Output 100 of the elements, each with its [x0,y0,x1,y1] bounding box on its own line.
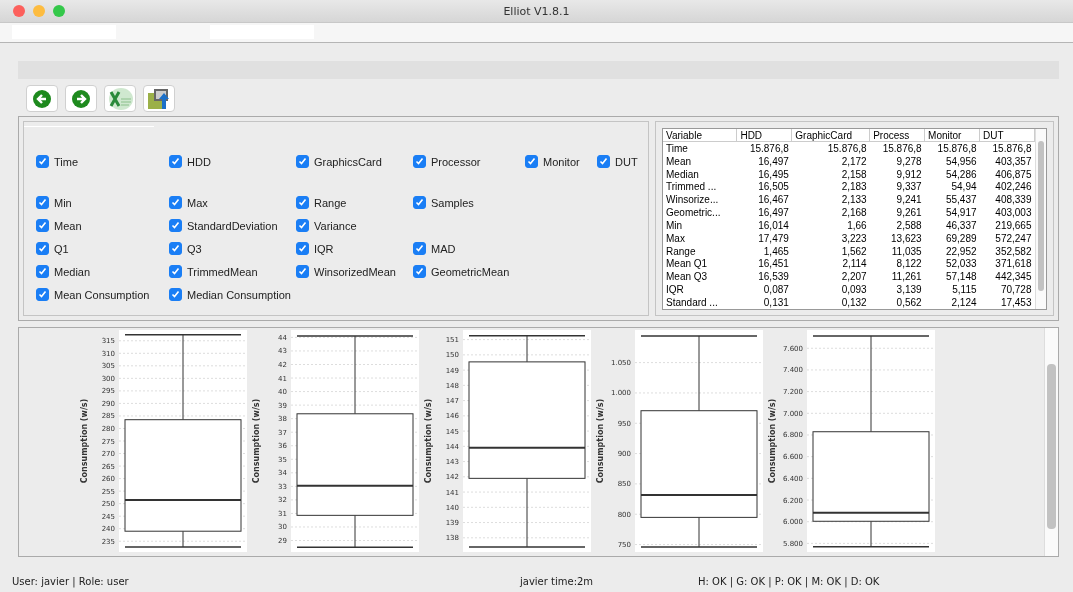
table-cell: 15.876,8 [979,141,1035,155]
statistic-checkbox[interactable]: Range [296,191,413,214]
table-cell-text: 16,014 [757,219,790,232]
table-cell: Time [663,141,737,155]
table-cell-text: 0,562 [895,296,923,309]
axis-title: Consumption (w/s) [424,398,433,484]
statistic-checkbox[interactable]: GeometricMean [413,260,525,283]
scrollbar[interactable] [1044,328,1058,556]
column-header[interactable]: Variable [663,129,737,142]
table-cell-text: 17,479 [757,231,790,245]
statistic-checkbox[interactable]: Samples [413,191,525,214]
table-cell-text: Geometric... [665,206,722,219]
table-cell-text: 2,133 [840,193,868,207]
table-cell-text: Standard ... [665,296,719,309]
table-cell-text: Min [665,219,684,232]
variable-checkbox[interactable]: DUT [597,150,648,173]
statistic-checkbox[interactable]: Variance [296,214,413,237]
statistic-checkbox[interactable]: TrimmedMean [169,260,296,283]
statistic-checkbox[interactable]: StandardDeviation [169,214,296,237]
table-cell-text: 22,952 [944,244,978,258]
table-cell-text: Mean Q1 [665,257,709,271]
table-cell-text: 13,623 [890,231,923,245]
table-cell-text: 16,539 [757,270,790,284]
table-cell-text: 16,495 [757,167,790,181]
scrollbar[interactable] [1035,129,1046,309]
statistic-checkbox[interactable]: Max [169,191,296,214]
statistic-checkbox[interactable]: Min [36,191,169,214]
axis-title: Consumption (w/s) [768,398,777,484]
column-header[interactable]: GraphicCard [791,129,870,142]
table-cell-text: 0,131 [762,296,790,309]
table-cell-text: 16,467 [757,193,790,207]
table-cell-text: 54,94 [950,180,978,194]
table-cell-text: 16,505 [757,180,790,194]
user-status: User: javier | Role: user [12,575,130,587]
table-cell: 15.876,8 [924,141,980,155]
table-cell-text: 54,917 [944,206,978,219]
statistic-checkbox[interactable]: Q3 [169,237,296,260]
column-header[interactable]: DUT [979,129,1035,142]
table-cell-text: 442,345 [994,270,1033,284]
table-cell-text: 406,875 [994,167,1033,181]
table-cell-text: 11,261 [890,270,923,284]
zoom-button[interactable] [53,5,65,17]
statistic-checkbox[interactable]: Median [36,260,169,283]
variable-checkbox[interactable]: GraphicsCard [296,150,413,173]
statistic-checkbox[interactable]: Median Consumption [169,283,296,306]
table-cell-text: Trimmed ... [665,180,718,194]
axis-title: Consumption (w/s) [596,398,605,484]
table-cell-text: 16,497 [757,206,790,219]
column-header[interactable]: HDD [736,129,792,142]
window-title: Elliot V1.8.1 [502,4,571,18]
variable-checkbox[interactable]: Monitor [525,150,597,173]
table-cell-text: 52,033 [944,257,978,271]
toolbar-button[interactable] [26,85,58,112]
table-cell-text: 0,093 [840,283,868,296]
toolbar-button[interactable] [65,85,97,112]
table-cell: 15.876,8 [791,141,870,155]
table-cell-text: 2,114 [841,257,868,271]
close-button[interactable] [13,5,25,17]
variable-checkbox[interactable]: HDD [169,150,296,173]
statistic-checkbox[interactable]: Mean [36,214,169,237]
table-cell-text: 2,183 [840,180,868,194]
table-cell-text: Winsorize... [665,193,720,207]
statistic-checkbox[interactable]: Mean Consumption [36,283,169,306]
table-cell-text: 54,956 [944,154,978,168]
table-cell-text: 57,148 [944,270,978,284]
axis-title: Consumption (w/s) [80,398,89,484]
table-cell-text: 46,337 [944,219,978,232]
table-cell: 15.876,8 [869,141,925,155]
statistic-checkbox[interactable]: IQR [296,237,413,260]
toolbar-button[interactable] [104,85,136,112]
table-cell-text: 9,241 [895,193,923,207]
table-cell-text: 371,618 [994,257,1033,271]
device-status: H: OK | G: OK | P: OK | M: OK | D: OK [698,575,880,587]
table-cell-text: 11,035 [890,244,923,258]
table-cell-text: 408,339 [994,193,1033,207]
column-header[interactable]: Monitor [924,129,980,142]
table-cell-text: 2,124 [950,296,978,309]
table-cell-text: 16,497 [757,154,790,168]
statistic-checkbox[interactable]: Q1 [36,237,169,260]
variable-checkbox[interactable]: Time [36,150,169,173]
table-cell-text: Mean [665,154,692,168]
table-cell-text: Range [665,244,697,258]
statistic-checkbox[interactable]: MAD [413,237,525,260]
table-cell-text: 2,168 [840,206,868,219]
table-cell-text: 572,247 [994,231,1033,245]
table-cell-text: 9,261 [895,206,923,219]
table-cell-text: 402,246 [994,180,1033,194]
statistic-checkbox[interactable]: WinsorizedMean [296,260,413,283]
column-header[interactable]: Process [869,129,925,142]
table-cell-text: IQR [665,283,685,296]
table-cell-text: Mean Q3 [665,270,709,284]
minimize-button[interactable] [33,5,45,17]
table-cell-text: 3,139 [895,283,923,296]
table-cell-text: 2,172 [840,154,868,168]
export-chart-icon [146,86,172,111]
toolbar-button[interactable] [143,85,175,112]
table-cell: 15.876,8 [736,141,792,155]
variable-checkbox[interactable]: Processor [413,150,525,173]
table-cell-text: 9,337 [895,180,923,194]
table-cell-text: 17,453 [999,296,1033,309]
